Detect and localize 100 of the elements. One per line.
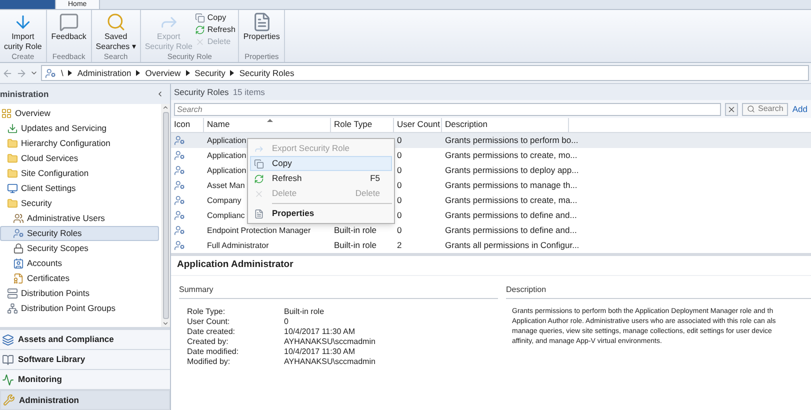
breadcrumb[interactable]: \ bbox=[61, 66, 64, 80]
field-label: User Count: bbox=[187, 317, 231, 327]
book-icon bbox=[2, 354, 14, 366]
close-icon bbox=[727, 104, 736, 114]
tree-item[interactable]: Administrative Users bbox=[0, 211, 159, 226]
table-cell: 0 bbox=[397, 224, 402, 237]
ribbon-button[interactable]: Feedback bbox=[50, 12, 88, 42]
tree-item[interactable]: Security bbox=[0, 196, 159, 211]
table-cell: Application bbox=[207, 134, 246, 146]
scroll-up-icon[interactable] bbox=[162, 104, 169, 111]
folder-icon bbox=[7, 198, 18, 209]
scrollbar[interactable] bbox=[161, 104, 170, 327]
ribbon-button[interactable]: Import curity Role bbox=[3, 12, 43, 52]
table-cell: Full Administrator bbox=[207, 240, 269, 252]
search-button[interactable]: Search bbox=[742, 102, 788, 116]
field-value: 10/4/2017 11:30 AM bbox=[284, 327, 356, 337]
table-cell: Grants permissions to manage th... bbox=[445, 179, 578, 192]
sort-arrow-icon bbox=[267, 119, 273, 122]
field-value: AYHANAKSU\sccmadmin bbox=[284, 357, 376, 367]
tree-item[interactable]: Site Configuration bbox=[0, 166, 159, 181]
breadcrumb-arrow-icon[interactable] bbox=[136, 70, 140, 76]
refresh-icon bbox=[254, 174, 264, 184]
tree-item[interactable]: Security Scopes bbox=[0, 241, 159, 256]
tree-item[interactable]: Security Roles bbox=[0, 226, 159, 241]
certificate-icon bbox=[13, 273, 24, 284]
workspace-button[interactable]: Administration bbox=[0, 390, 170, 410]
clear-button[interactable] bbox=[725, 102, 738, 116]
download-icon bbox=[7, 123, 18, 134]
scroll-down-icon[interactable] bbox=[162, 320, 169, 327]
collapse-icon[interactable] bbox=[156, 90, 164, 98]
user-gear-icon bbox=[174, 210, 185, 221]
column-header[interactable]: Name bbox=[204, 118, 331, 132]
users-icon bbox=[13, 213, 24, 224]
forward-arrow-icon bbox=[254, 144, 264, 154]
field-label: Created by: bbox=[187, 337, 230, 347]
table-cell: Grants permissions to define and... bbox=[445, 224, 577, 237]
tree-item[interactable]: Certificates bbox=[0, 271, 159, 286]
table-cell: 0 bbox=[397, 209, 402, 222]
wrench-icon bbox=[3, 394, 15, 406]
breadcrumb[interactable]: Security Roles bbox=[239, 66, 294, 80]
document-icon bbox=[254, 208, 264, 218]
dropdown-icon[interactable] bbox=[30, 69, 38, 77]
ribbon-button[interactable]: Copy bbox=[195, 12, 236, 24]
column-header[interactable]: User Count bbox=[394, 118, 442, 132]
breadcrumb-arrow-icon[interactable] bbox=[186, 70, 190, 76]
field-value: AYHANAKSU\sccmadmin bbox=[284, 337, 376, 347]
table-cell: 0 bbox=[397, 134, 402, 147]
breadcrumb-arrow-icon[interactable] bbox=[68, 70, 72, 76]
tree-item[interactable]: Distribution Points bbox=[0, 286, 159, 301]
column-header[interactable]: Description bbox=[442, 118, 569, 132]
monitor-icon bbox=[7, 183, 18, 194]
ribbon-button[interactable]: Properties bbox=[242, 12, 281, 42]
tree-item[interactable]: Distribution Point Groups bbox=[0, 301, 159, 316]
table-cell: 0 bbox=[397, 194, 402, 207]
refresh-icon bbox=[195, 25, 206, 35]
ribbon-button[interactable]: Saved Searches ▾ bbox=[94, 12, 137, 52]
user-gear-icon bbox=[174, 180, 185, 191]
field-value: 0 bbox=[284, 317, 290, 327]
tree-item[interactable]: Cloud Services bbox=[0, 151, 159, 166]
user-gear-icon bbox=[174, 240, 185, 251]
column-header[interactable]: Icon bbox=[171, 118, 204, 132]
breadcrumb-arrow-icon[interactable] bbox=[230, 70, 234, 76]
details-title: Application Administrator bbox=[177, 258, 294, 272]
field-value: Built-in role bbox=[284, 307, 326, 317]
field-label: Date modified: bbox=[187, 347, 240, 357]
tree-item[interactable]: Accounts bbox=[0, 256, 159, 271]
tree-item[interactable]: Hierarchy Configuration bbox=[0, 136, 159, 151]
field-value: 10/4/2017 11:30 AM bbox=[284, 347, 356, 357]
table-cell: Grants permissions to define and... bbox=[445, 209, 577, 222]
address-field[interactable]: \ Administration Overview Security Security Roles bbox=[41, 65, 809, 81]
user-gear-icon bbox=[174, 195, 185, 206]
item-count: 15 items bbox=[232, 86, 265, 98]
breadcrumb[interactable]: Security bbox=[194, 66, 226, 80]
table-cell: Company bbox=[207, 194, 242, 206]
server-icon bbox=[7, 288, 18, 299]
network-icon bbox=[7, 303, 18, 314]
user-gear-icon bbox=[174, 225, 185, 236]
tree-item[interactable]: Updates and Servicing bbox=[0, 121, 159, 136]
breadcrumb[interactable]: Overview bbox=[145, 66, 181, 80]
table-cell: 0 bbox=[397, 149, 402, 162]
user-gear-icon bbox=[174, 150, 185, 161]
tree-item[interactable]: Client Settings bbox=[0, 181, 159, 196]
layers-icon bbox=[2, 334, 14, 346]
breadcrumb[interactable]: Administration bbox=[77, 66, 132, 80]
table-cell: Asset Man bbox=[207, 180, 245, 192]
menu-item[interactable]: Copy bbox=[250, 156, 392, 171]
column-header[interactable]: Role Type bbox=[331, 118, 394, 132]
table-cell: 0 bbox=[397, 164, 402, 177]
ribbon-button[interactable]: Refresh bbox=[195, 24, 236, 36]
search-field[interactable]: Search bbox=[174, 102, 721, 116]
user-gear-icon bbox=[45, 68, 56, 78]
section-heading: Description bbox=[506, 284, 811, 299]
search-icon bbox=[747, 105, 755, 113]
tree-item[interactable]: Overview bbox=[0, 106, 159, 121]
add-criteria-link[interactable]: Add bbox=[792, 102, 808, 116]
table-cell: 2 bbox=[397, 239, 402, 252]
table-cell: Application bbox=[207, 150, 246, 162]
menu-item[interactable]: Properties bbox=[250, 206, 392, 221]
overview-icon bbox=[1, 108, 12, 119]
table-cell: Complianc bbox=[207, 210, 245, 222]
